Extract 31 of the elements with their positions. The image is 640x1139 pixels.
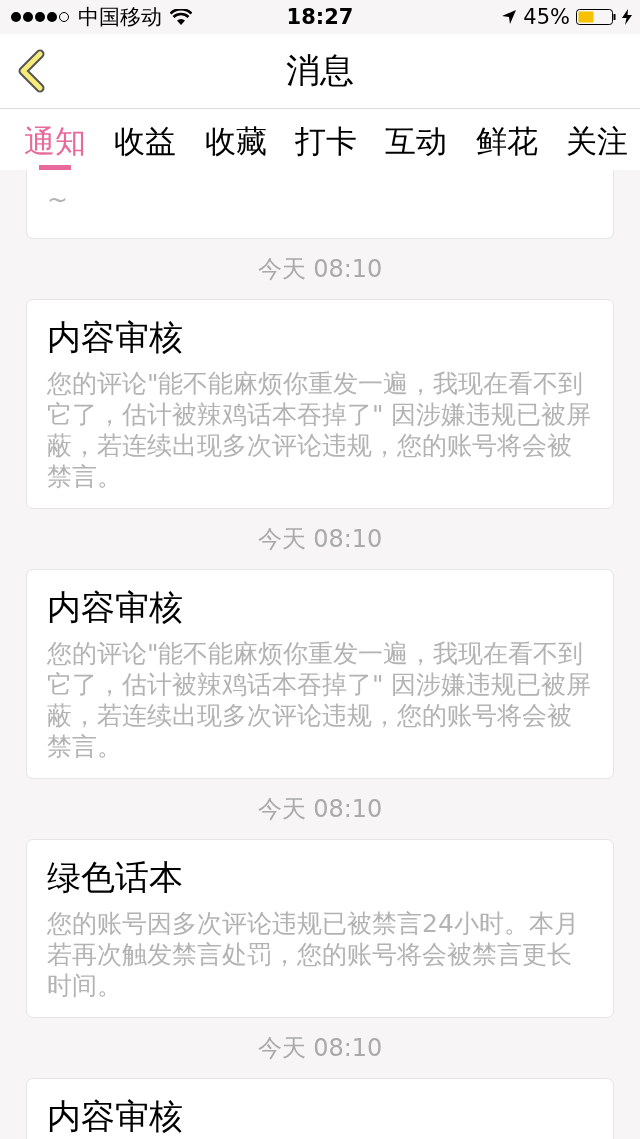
- message-text: 您的账号因多次评论违规已被禁言24小时。本月若再次触发禁言处罚，您的账号将会被禁言更长时间。: [47, 908, 580, 1001]
- message-card[interactable]: 内容审核 您的评论"能不能麻烦你重发一遍，我现在看不到它了，估计被辣鸡话本吞掉了" 因涉嫌违规已被屏蔽，若连续出现多次评论违规，您的账号将会被禁言。: [26, 569, 614, 779]
- charging-bolt-icon: [622, 9, 632, 25]
- message-title: 内容审核: [47, 586, 184, 629]
- tab[interactable]: 收益: [114, 109, 177, 170]
- message-title: 内容审核: [47, 1095, 184, 1138]
- message-card[interactable]: 内容审核: [26, 1078, 614, 1139]
- message-title: 绿色话本: [47, 856, 184, 899]
- message-card[interactable]: 内容审核 您的评论"能不能麻烦你重发一遍，我现在看不到它了，估计被辣鸡话本吞掉了" 因涉嫌违规已被屏蔽，若连续出现多次评论违规，您的账号将会被禁言。: [26, 299, 614, 509]
- tab[interactable]: 打卡: [295, 109, 357, 170]
- battery-percent: 45%: [523, 5, 570, 29]
- tab[interactable]: 关注: [565, 109, 628, 170]
- battery-icon: [576, 9, 616, 25]
- location-arrow-icon: [501, 9, 518, 25]
- message-text: 您的评论"能不能麻烦你重发一遍，我现在看不到它了，估计被辣鸡话本吞掉了" 因涉嫌违规已被屏蔽，若连续出现多次评论违规，您的账号将会被禁言。: [47, 638, 593, 762]
- tab[interactable]: 收藏: [204, 109, 267, 170]
- clock-time: 18:27: [286, 5, 354, 29]
- carrier-name: 中国移动: [78, 4, 162, 31]
- wifi-icon: [170, 9, 192, 25]
- message-text: ~: [47, 184, 69, 215]
- timestamp: 今天 08:10: [257, 794, 383, 825]
- tab[interactable]: 互动: [385, 109, 448, 170]
- message-title: 内容审核: [47, 316, 184, 359]
- message-text: 您的评论"能不能麻烦你重发一遍，我现在看不到它了，估计被辣鸡话本吞掉了" 因涉嫌违规已被屏蔽，若连续出现多次评论违规，您的账号将会被禁言。: [47, 368, 593, 492]
- message-card[interactable]: 绿色话本 您的账号因多次评论违规已被禁言24小时。本月若再次触发禁言处罚，您的账号将会被禁言更长时间。: [26, 839, 614, 1018]
- timestamp: 今天 08:10: [257, 1033, 383, 1064]
- page-title: 消息: [286, 49, 354, 92]
- signal-icon: [10, 11, 70, 23]
- timestamp: 今天 08:10: [257, 254, 383, 285]
- tab[interactable]: 鲜花: [475, 109, 538, 170]
- timestamp: 今天 08:10: [257, 524, 383, 555]
